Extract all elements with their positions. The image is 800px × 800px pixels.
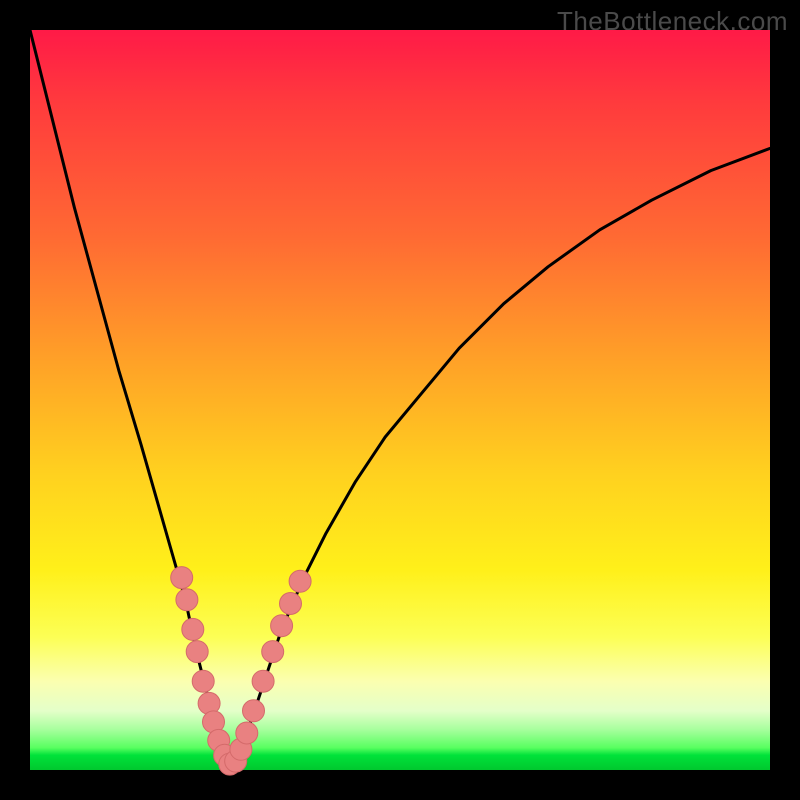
curve-svg bbox=[30, 30, 770, 770]
sample-marker bbox=[243, 700, 265, 722]
plot-area bbox=[30, 30, 770, 770]
sample-marker bbox=[280, 593, 302, 615]
sample-marker bbox=[171, 567, 193, 589]
bottleneck-curve bbox=[30, 30, 770, 766]
sample-markers bbox=[171, 567, 311, 776]
sample-marker bbox=[192, 670, 214, 692]
sample-marker bbox=[186, 641, 208, 663]
sample-marker bbox=[271, 615, 293, 637]
sample-marker bbox=[289, 570, 311, 592]
chart-frame: TheBottleneck.com bbox=[0, 0, 800, 800]
sample-marker bbox=[182, 618, 204, 640]
sample-marker bbox=[252, 670, 274, 692]
sample-marker bbox=[262, 641, 284, 663]
sample-marker bbox=[176, 589, 198, 611]
sample-marker bbox=[236, 722, 258, 744]
